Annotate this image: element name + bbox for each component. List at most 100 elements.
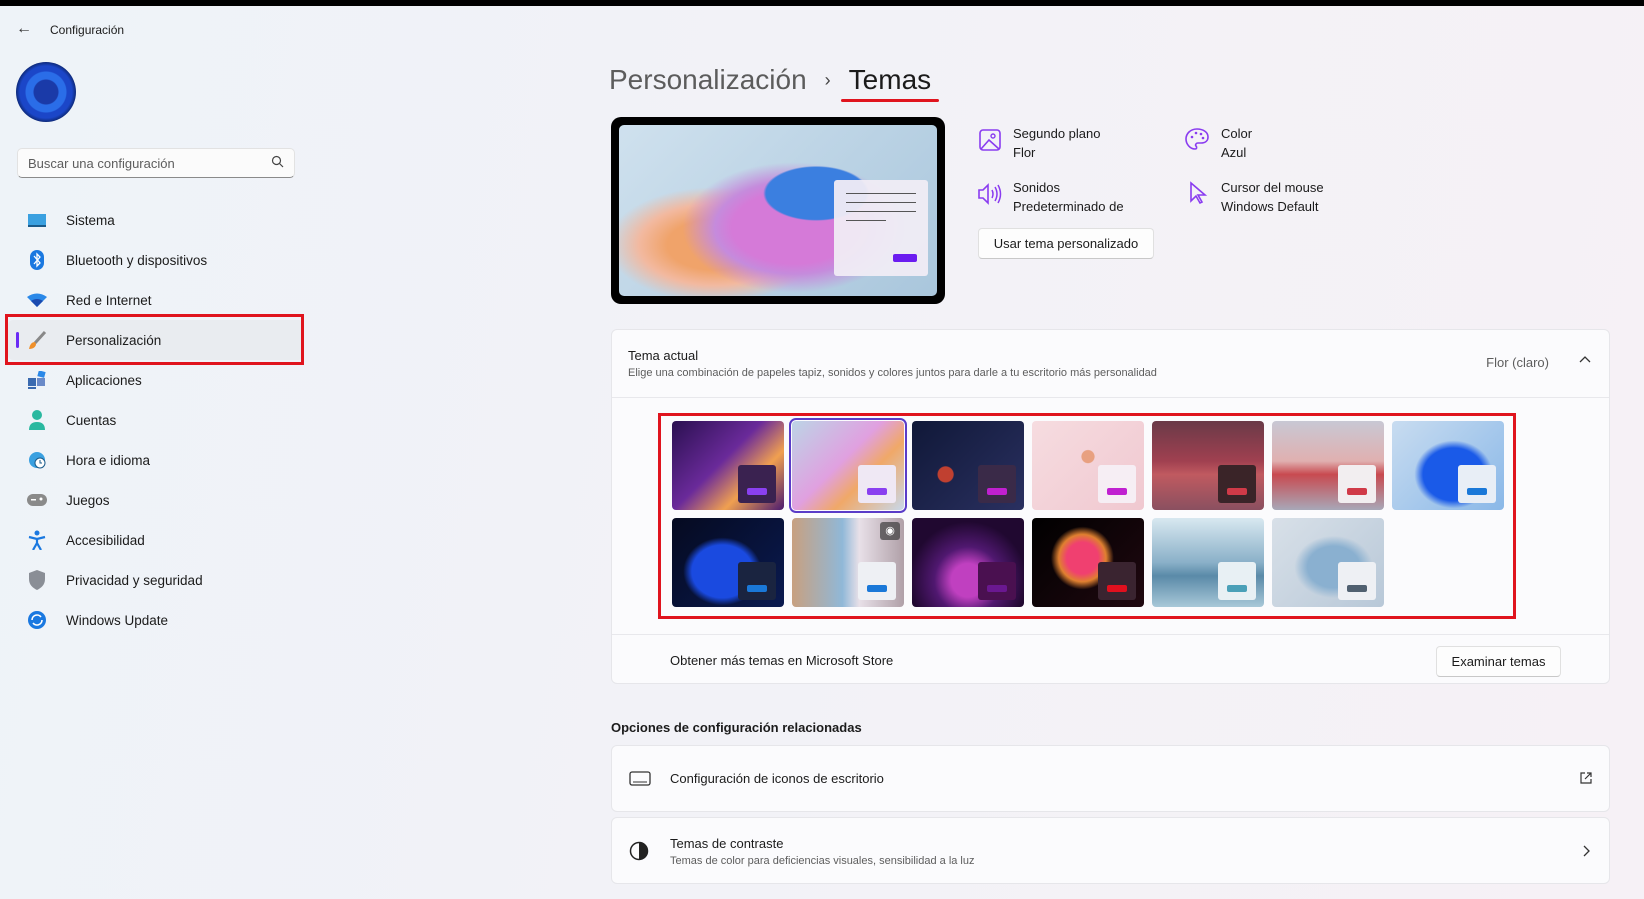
sidebar-item-privacidad[interactable]: Privacidad y seguridad (8, 560, 304, 600)
theme-accent-swatch (867, 585, 887, 592)
theme-preview (611, 117, 945, 304)
theme-thumbnail[interactable] (789, 418, 907, 513)
theme-thumbnail[interactable] (912, 421, 1024, 510)
current-theme-header[interactable]: Tema actual Elige una combinación de pap… (612, 330, 1609, 398)
theme-accent-swatch (1227, 488, 1247, 495)
person-icon (26, 409, 48, 431)
theme-accent-swatch (867, 488, 887, 495)
theme-accent-swatch (1347, 585, 1367, 592)
theme-window-preview (1338, 465, 1376, 503)
theme-thumbnail[interactable] (1032, 518, 1144, 607)
sidebar-item-cuentas[interactable]: Cuentas (8, 400, 304, 440)
sidebar-item-label: Personalización (66, 332, 162, 348)
desktop-icons-label: Configuración de iconos de escritorio (670, 771, 884, 786)
desktop-icon (629, 771, 651, 790)
theme-thumbnail[interactable]: ◉ (792, 518, 904, 607)
clock-globe-icon (26, 449, 48, 471)
window-top-bar (0, 0, 1644, 6)
sidebar-item-bluetooth[interactable]: Bluetooth y dispositivos (8, 240, 304, 280)
color-value: Azul (1221, 145, 1247, 160)
contrast-themes-label: Temas de contraste (670, 836, 784, 851)
desktop-icons-settings-row[interactable]: Configuración de iconos de escritorio (611, 745, 1610, 812)
theme-thumbnail[interactable] (1392, 421, 1504, 510)
sidebar-item-label: Red e Internet (66, 292, 152, 308)
theme-thumbnail[interactable] (1272, 421, 1384, 510)
cursor-label: Cursor del mouse (1221, 180, 1324, 195)
arrow-left-icon[interactable]: ← (16, 20, 32, 38)
theme-accent-swatch (1347, 488, 1367, 495)
theme-accent-swatch (987, 488, 1007, 495)
chevron-up-icon[interactable] (1579, 354, 1591, 369)
sidebar-item-red[interactable]: Red e Internet (8, 280, 304, 320)
sounds-label: Sonidos (1013, 180, 1060, 195)
sidebar-item-sistema[interactable]: Sistema (8, 200, 304, 240)
store-row: Obtener más temas en Microsoft Store Exa… (612, 634, 1609, 684)
current-theme-card: Tema actual Elige una combinación de pap… (611, 329, 1610, 684)
sidebar-item-label: Aplicaciones (66, 372, 142, 388)
sidebar-item-label: Privacidad y seguridad (66, 572, 203, 588)
sidebar-item-label: Windows Update (66, 612, 169, 628)
sidebar-item-windows-update[interactable]: Windows Update (8, 600, 304, 640)
sidebar-nav: Sistema Bluetooth y dispositivos Red e I… (8, 200, 304, 640)
shield-icon (26, 569, 48, 591)
camera-icon: ◉ (880, 522, 900, 540)
theme-accent-swatch (747, 488, 767, 495)
theme-window-preview (1098, 465, 1136, 503)
related-heading: Opciones de configuración relacionadas (611, 720, 862, 735)
theme-thumbnail[interactable] (672, 518, 784, 607)
sidebar-item-personalizacion[interactable]: Personalización (8, 320, 304, 360)
theme-window-preview (1098, 562, 1136, 600)
sidebar-item-aplicaciones[interactable]: Aplicaciones (8, 360, 304, 400)
sidebar-item-label: Accesibilidad (66, 532, 145, 548)
sidebar-item-juegos[interactable]: Juegos (8, 480, 304, 520)
theme-accent-swatch (1107, 585, 1127, 592)
store-label: Obtener más temas en Microsoft Store (670, 653, 894, 668)
theme-accent-swatch (1467, 488, 1487, 495)
breadcrumb: Personalización › Temas (609, 64, 940, 102)
theme-window-preview (858, 465, 896, 503)
theme-window-preview (858, 562, 896, 600)
sidebar-item-label: Bluetooth y dispositivos (66, 252, 208, 268)
sidebar-item-accesibilidad[interactable]: Accesibilidad (8, 520, 304, 560)
browse-themes-button[interactable]: Examinar temas (1436, 646, 1561, 677)
chevron-right-icon: › (824, 69, 831, 90)
breadcrumb-parent[interactable]: Personalización (609, 64, 807, 96)
theme-thumbnail[interactable] (1152, 421, 1264, 510)
sidebar-item-label: Hora e idioma (66, 452, 151, 468)
cursor-icon (1188, 181, 1212, 205)
theme-thumbnail[interactable] (1272, 518, 1384, 607)
background-setting[interactable]: Segundo plano Flor (1013, 124, 1100, 162)
use-custom-theme-button[interactable]: Usar tema personalizado (978, 228, 1154, 259)
theme-accent-swatch (987, 585, 1007, 592)
sidebar-item-label: Sistema (66, 212, 115, 228)
theme-grid: ◉ (672, 418, 1504, 607)
background-label: Segundo plano (1013, 126, 1101, 141)
theme-thumbnail[interactable] (912, 518, 1024, 607)
palette-icon (1184, 127, 1209, 151)
apps-icon (26, 369, 48, 391)
sidebar-item-label: Cuentas (66, 412, 117, 428)
search-input[interactable]: Buscar una configuración (17, 148, 295, 178)
open-external-icon (1579, 771, 1593, 788)
search-icon[interactable] (271, 155, 284, 171)
sounds-value: Predeterminado de (1013, 199, 1124, 214)
cursor-setting[interactable]: Cursor del mouse Windows Default (1221, 178, 1324, 216)
contrast-themes-row[interactable]: Temas de contraste Temas de color para d… (611, 817, 1610, 884)
update-icon (26, 609, 48, 631)
theme-window-preview (1338, 562, 1376, 600)
wifi-icon (26, 289, 48, 311)
theme-window-preview (738, 562, 776, 600)
theme-thumbnail[interactable] (672, 421, 784, 510)
current-theme-value: Flor (claro) (1486, 355, 1549, 370)
sounds-setting[interactable]: Sonidos Predeterminado de (1013, 178, 1124, 216)
monitor-icon (26, 209, 48, 231)
theme-thumbnail[interactable] (1152, 518, 1264, 607)
theme-accent-swatch (1107, 488, 1127, 495)
color-setting[interactable]: Color Azul (1221, 124, 1252, 162)
sidebar-item-hora[interactable]: Hora e idioma (8, 440, 304, 480)
speaker-icon (977, 182, 1002, 206)
theme-thumbnail[interactable] (1032, 421, 1144, 510)
app-title: Configuración (50, 23, 125, 37)
avatar[interactable] (16, 62, 76, 122)
image-icon (978, 128, 1002, 152)
